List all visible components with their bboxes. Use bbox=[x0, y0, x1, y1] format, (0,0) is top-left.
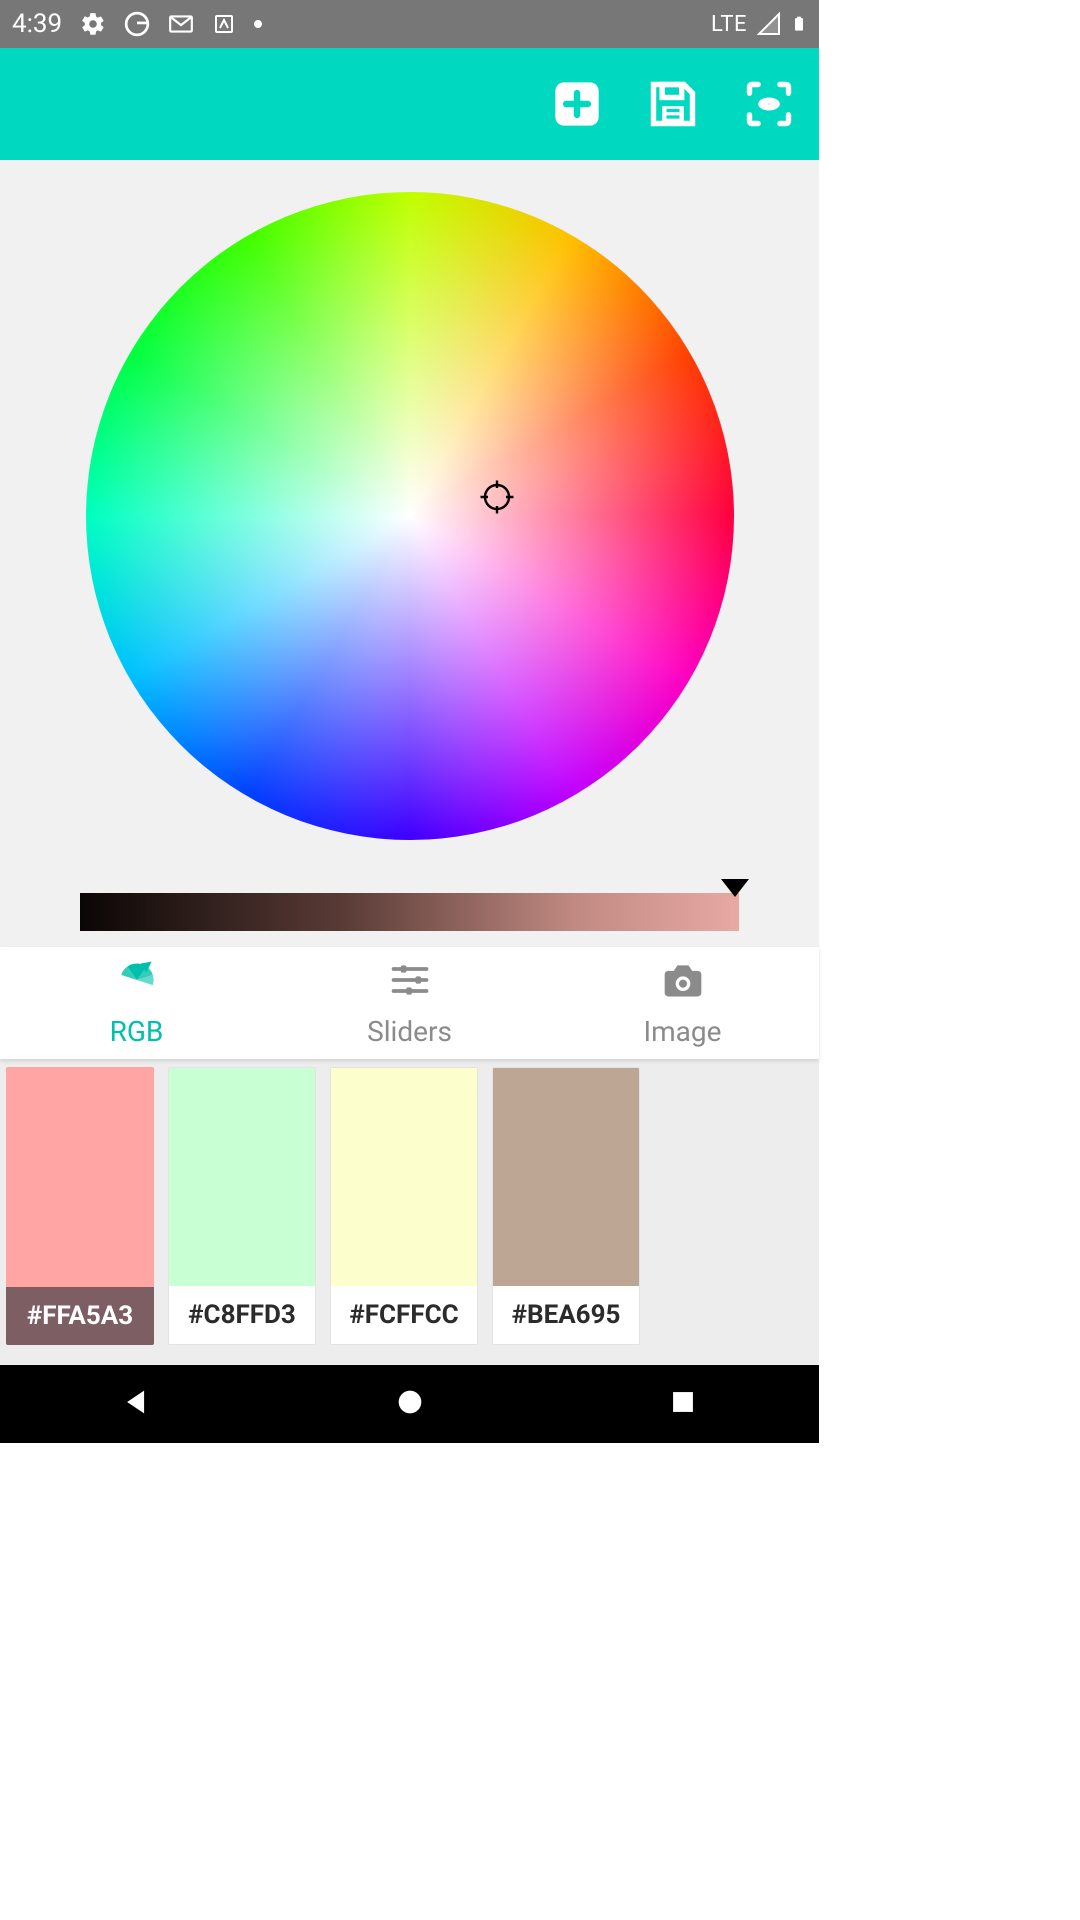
tab-rgb-label: RGB bbox=[110, 1015, 164, 1048]
scan-button[interactable] bbox=[743, 78, 795, 130]
notification-dot-icon bbox=[254, 20, 262, 28]
brightness-handle-icon[interactable] bbox=[721, 879, 749, 897]
swatch-item[interactable]: #C8FFD3 bbox=[168, 1067, 316, 1345]
google-status-icon bbox=[124, 11, 150, 37]
add-button[interactable] bbox=[551, 78, 603, 130]
recent-apps-button[interactable] bbox=[666, 1385, 700, 1423]
tab-image-label: Image bbox=[644, 1015, 722, 1048]
swatch-item[interactable]: #BEA695 bbox=[492, 1067, 640, 1345]
palette-icon bbox=[115, 958, 159, 1009]
tab-rgb[interactable]: RGB bbox=[0, 947, 273, 1059]
color-picker-area bbox=[0, 160, 819, 947]
status-clock: 4:39 bbox=[12, 9, 62, 39]
status-left: 4:39 bbox=[12, 9, 262, 39]
mode-tabs: RGB Sliders Image bbox=[0, 947, 819, 1059]
swatch-hex-label: #BEA695 bbox=[493, 1286, 639, 1344]
color-wheel[interactable] bbox=[86, 192, 734, 840]
status-right: LTE bbox=[711, 11, 807, 37]
brightness-track bbox=[80, 893, 739, 931]
crosshair-icon[interactable] bbox=[479, 479, 515, 515]
swatch-color bbox=[493, 1068, 639, 1286]
swatch-hex-label: #FCFFCC bbox=[331, 1286, 477, 1344]
tab-sliders-label: Sliders bbox=[367, 1015, 452, 1048]
brightness-slider[interactable] bbox=[80, 893, 739, 931]
swatch-hex-label: #FFA5A3 bbox=[6, 1287, 154, 1345]
camera-icon bbox=[661, 958, 705, 1009]
signal-icon bbox=[757, 12, 781, 36]
swatch-hex-label: #C8FFD3 bbox=[169, 1286, 315, 1344]
swatch-item[interactable]: #FCFFCC bbox=[330, 1067, 478, 1345]
battery-icon bbox=[791, 11, 807, 37]
save-button[interactable] bbox=[647, 78, 699, 130]
color-wheel-container bbox=[0, 160, 819, 840]
sliders-icon bbox=[388, 958, 432, 1009]
swatch-item[interactable]: #FFA5A3 bbox=[6, 1067, 154, 1345]
tab-sliders[interactable]: Sliders bbox=[273, 947, 546, 1059]
swatch-color bbox=[169, 1068, 315, 1286]
settings-status-icon bbox=[80, 11, 106, 37]
android-status-bar: 4:39 LTE bbox=[0, 0, 819, 48]
home-button[interactable] bbox=[393, 1385, 427, 1423]
app-toolbar bbox=[0, 48, 819, 160]
swatch-color bbox=[6, 1067, 154, 1287]
back-button[interactable] bbox=[120, 1385, 154, 1423]
app-status-icon bbox=[212, 12, 236, 36]
android-nav-bar bbox=[0, 1365, 819, 1443]
gmail-status-icon bbox=[168, 11, 194, 37]
network-label: LTE bbox=[711, 12, 747, 37]
tab-image[interactable]: Image bbox=[546, 947, 819, 1059]
swatch-list: #FFA5A3 #C8FFD3 #FCFFCC #BEA695 bbox=[0, 1059, 819, 1365]
swatch-color bbox=[331, 1068, 477, 1286]
